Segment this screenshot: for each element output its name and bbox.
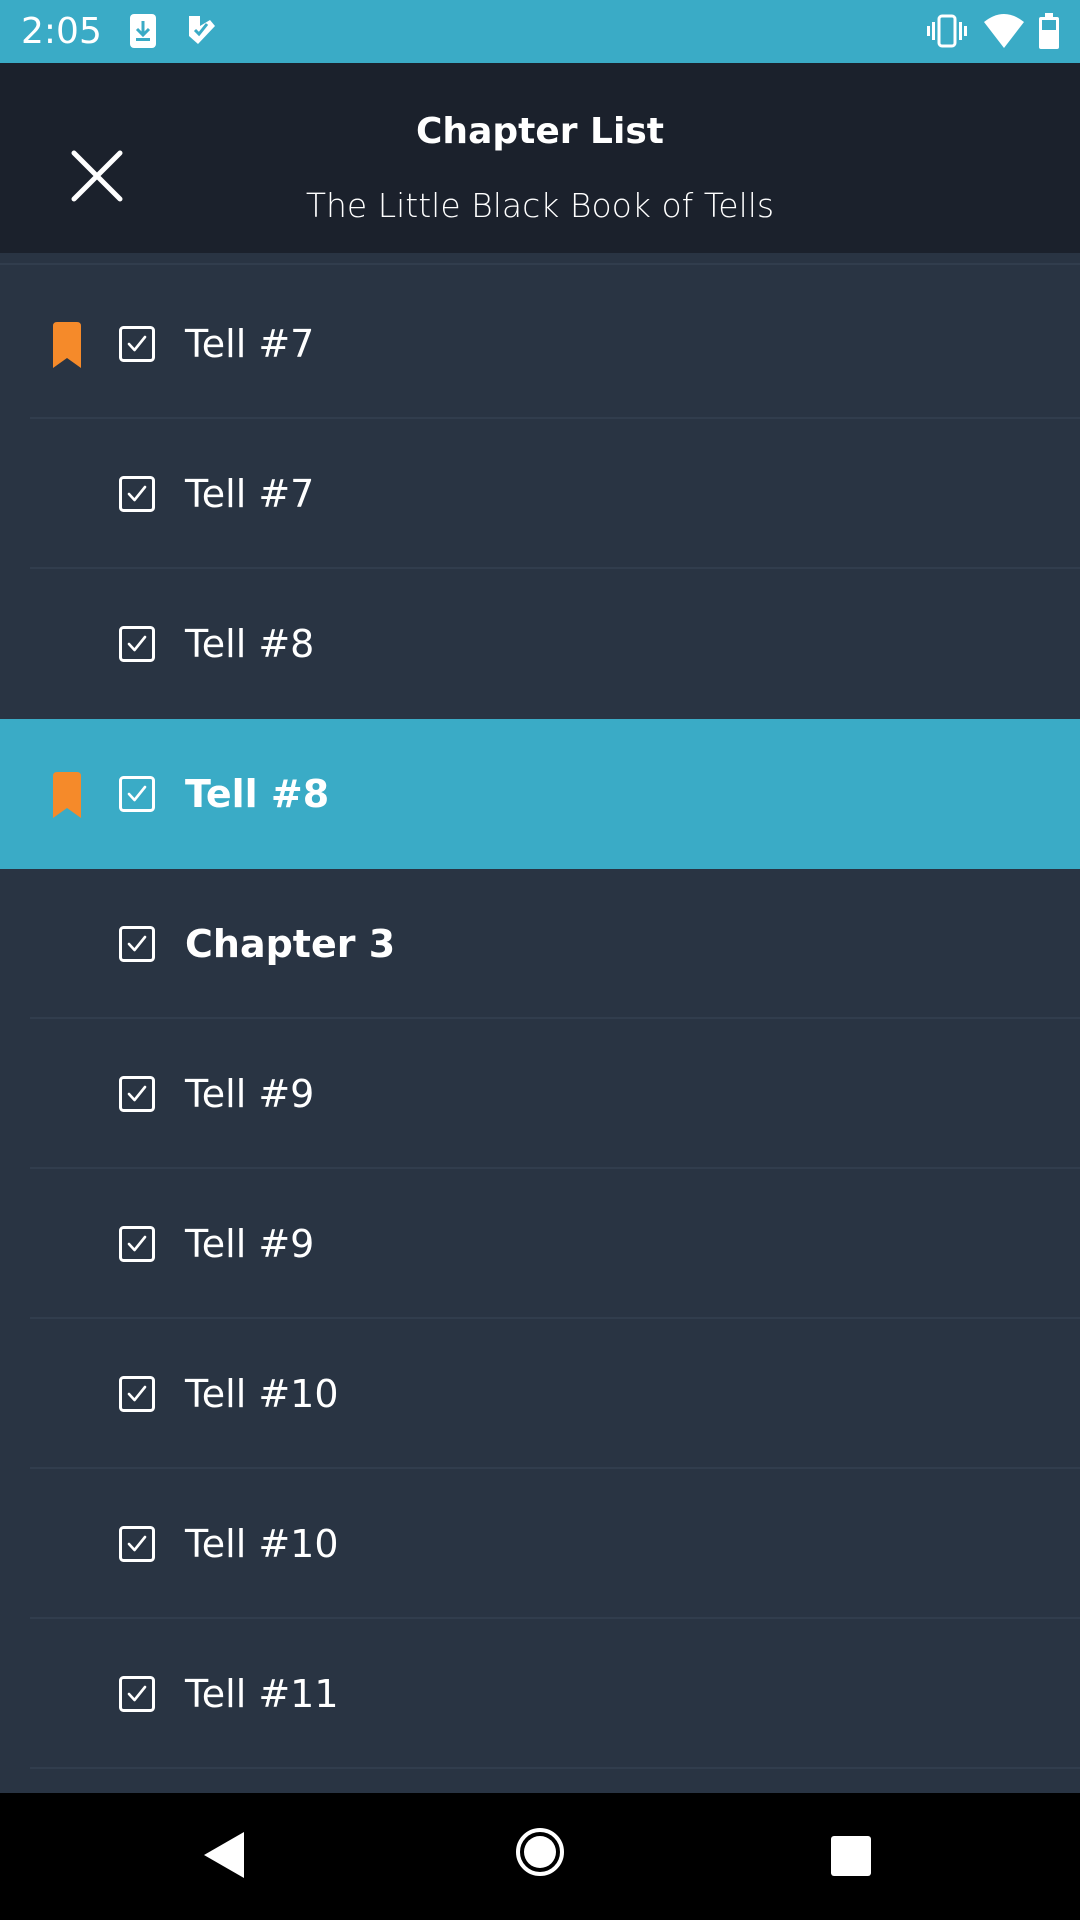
chapter-label: Tell #9 — [185, 1072, 315, 1116]
chapter-label: Tell #7 — [185, 472, 315, 516]
chapter-label: Tell #10 — [185, 1522, 339, 1566]
checkbox-checked-icon[interactable] — [119, 1226, 155, 1262]
recents-button[interactable] — [831, 1836, 871, 1880]
recents-icon — [831, 1836, 871, 1876]
checkbox-checked-icon[interactable] — [119, 1526, 155, 1562]
chapter-label: Tell #10 — [185, 1372, 339, 1416]
checkbox-checked-icon[interactable] — [119, 776, 155, 812]
page-title: Chapter List — [416, 111, 664, 152]
chapter-label: Tell #7 — [185, 322, 315, 366]
chapter-row[interactable]: Tell #9 — [0, 1019, 1080, 1169]
chapter-label: Tell #9 — [185, 1222, 315, 1266]
vibrate-icon — [927, 12, 967, 54]
back-icon — [204, 1832, 244, 1878]
battery-icon — [1038, 12, 1060, 54]
play-store-icon — [186, 12, 218, 54]
wifi-icon — [983, 12, 1025, 54]
chapter-row[interactable]: Tell #8 — [0, 569, 1080, 719]
book-title: The Little Black Book of Tells — [305, 186, 775, 225]
checkbox-checked-icon[interactable] — [119, 626, 155, 662]
system-nav-bar — [0, 1793, 1080, 1920]
list-divider — [0, 263, 1080, 265]
download-icon — [128, 12, 158, 54]
chapter-label: Chapter 3 — [185, 922, 396, 966]
chapter-row[interactable]: Tell #8 — [0, 719, 1080, 869]
chapter-row[interactable]: Tell #10 — [0, 1469, 1080, 1619]
chapter-row[interactable]: Tell #7 — [0, 419, 1080, 569]
back-button[interactable] — [200, 1829, 248, 1885]
chapter-list-header: Chapter List The Little Black Book of Te… — [0, 63, 1080, 253]
checkbox-checked-icon[interactable] — [119, 1676, 155, 1712]
checkbox-checked-icon[interactable] — [119, 326, 155, 362]
checkbox-checked-icon[interactable] — [119, 1376, 155, 1412]
chapter-list[interactable]: Tell #7 Tell #7 Tell #8 Tell #8 Chapter 3 Tel… — [0, 253, 1080, 1793]
chapter-row[interactable]: Tell #7 — [0, 269, 1080, 419]
chapter-row[interactable]: Chapter 3 — [0, 869, 1080, 1019]
chapter-row[interactable]: Tell #10 — [0, 1319, 1080, 1469]
chapter-label: Tell #8 — [185, 772, 330, 816]
bookmark-icon — [51, 772, 83, 818]
chapter-list-screen: 2:05 Chapter List The Little Black Book … — [0, 0, 1080, 1920]
bookmark-icon — [51, 322, 83, 368]
chapter-label: Tell #8 — [185, 622, 315, 666]
row-divider — [30, 1767, 1080, 1769]
checkbox-checked-icon[interactable] — [119, 1076, 155, 1112]
checkbox-checked-icon[interactable] — [119, 476, 155, 512]
home-button[interactable] — [514, 1826, 566, 1882]
status-bar: 2:05 — [0, 0, 1080, 63]
home-icon — [516, 1828, 564, 1876]
chapter-label: Tell #11 — [185, 1672, 339, 1716]
status-time: 2:05 — [21, 11, 102, 52]
chapter-row[interactable]: Tell #9 — [0, 1169, 1080, 1319]
checkbox-checked-icon[interactable] — [119, 926, 155, 962]
chapter-row[interactable]: Tell #11 — [0, 1619, 1080, 1769]
